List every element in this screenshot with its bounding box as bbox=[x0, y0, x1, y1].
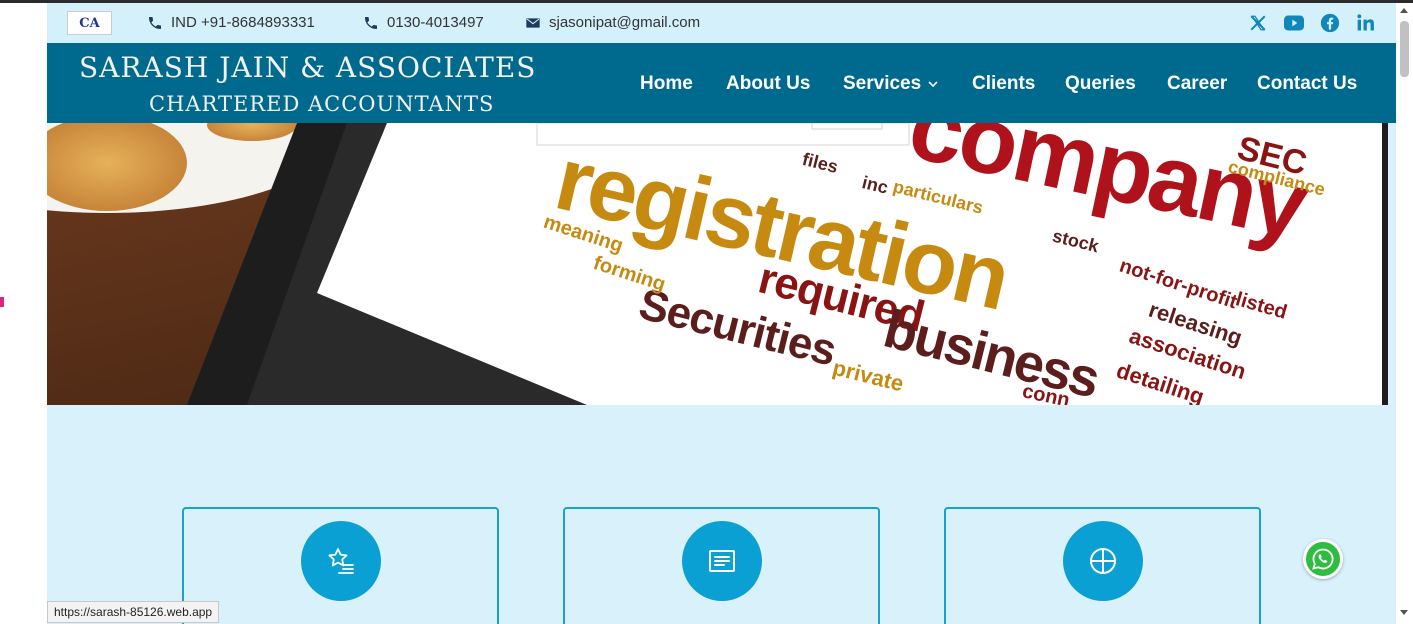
scroll-up-arrow[interactable] bbox=[1400, 8, 1408, 13]
nav-about[interactable]: About Us bbox=[726, 73, 810, 95]
left-gutter bbox=[0, 3, 47, 624]
nav-about-label: About Us bbox=[726, 73, 811, 94]
nav-home[interactable]: Home bbox=[640, 73, 693, 95]
nav-career-label: Career bbox=[1167, 73, 1228, 94]
whatsapp-chat-button[interactable] bbox=[1303, 539, 1343, 579]
whatsapp-icon bbox=[1312, 548, 1334, 570]
webpage: CA IND +91-8684893331 0130-4013497 sjaso… bbox=[47, 3, 1396, 624]
main-navbar: SARASH JAIN & ASSOCIATES CHARTERED ACCOU… bbox=[47, 43, 1396, 123]
nav-contact-label: Contact Us bbox=[1257, 73, 1358, 94]
nav-home-label: Home bbox=[640, 73, 693, 94]
document-icon bbox=[709, 550, 735, 572]
feature-icon-circle bbox=[1063, 521, 1143, 601]
linkedin-icon[interactable] bbox=[1355, 12, 1377, 34]
youtube-icon[interactable] bbox=[1283, 12, 1305, 34]
nav-queries[interactable]: Queries bbox=[1065, 73, 1136, 95]
scroll-thumb[interactable] bbox=[1400, 21, 1409, 77]
email-contact[interactable]: sjasonipat@gmail.com bbox=[525, 14, 700, 31]
nav-services-label: Services bbox=[843, 73, 922, 94]
hero-banner-image: company registration Securities required… bbox=[47, 123, 1388, 405]
feature-card[interactable] bbox=[182, 507, 499, 624]
phone-icon bbox=[149, 16, 161, 29]
envelope-icon bbox=[526, 17, 540, 28]
feature-icon-circle bbox=[301, 521, 381, 601]
scroll-down-arrow[interactable] bbox=[1400, 610, 1408, 615]
x-icon[interactable] bbox=[1247, 12, 1269, 34]
nav-clients-label: Clients bbox=[972, 73, 1036, 94]
landline-text: 0130-4013497 bbox=[387, 14, 484, 31]
feature-card[interactable] bbox=[563, 507, 880, 624]
nav-career[interactable]: Career bbox=[1167, 73, 1227, 95]
star-list-icon bbox=[328, 548, 354, 574]
nav-queries-label: Queries bbox=[1065, 73, 1136, 94]
nav-contact[interactable]: Contact Us bbox=[1257, 73, 1357, 95]
brand-subtitle: CHARTERED ACCOUNTANTS bbox=[149, 92, 495, 116]
mobile-phone-contact[interactable]: IND +91-8684893331 bbox=[147, 14, 315, 31]
facebook-icon[interactable] bbox=[1319, 12, 1341, 34]
crosshair-globe-icon bbox=[1090, 548, 1116, 574]
nav-clients[interactable]: Clients bbox=[972, 73, 1035, 95]
email-text: sjasonipat@gmail.com bbox=[549, 14, 701, 31]
nav-services[interactable]: Services bbox=[843, 73, 939, 95]
feature-icon-circle bbox=[682, 521, 762, 601]
chevron-down-icon bbox=[928, 81, 938, 88]
mobile-phone-text: IND +91-8684893331 bbox=[171, 14, 315, 31]
brand-name[interactable]: SARASH JAIN & ASSOCIATES bbox=[79, 51, 536, 84]
status-bar-url: https://sarash-85126.web.app bbox=[47, 601, 220, 623]
feature-card[interactable] bbox=[944, 507, 1261, 624]
landline-contact[interactable]: 0130-4013497 bbox=[363, 14, 484, 31]
edge-marker bbox=[0, 297, 4, 307]
page-scrollbar[interactable] bbox=[1396, 3, 1413, 624]
top-contact-bar: CA IND +91-8684893331 0130-4013497 sjaso… bbox=[47, 3, 1396, 43]
ca-india-logo[interactable]: CA bbox=[67, 11, 112, 35]
phone-icon bbox=[365, 16, 377, 29]
